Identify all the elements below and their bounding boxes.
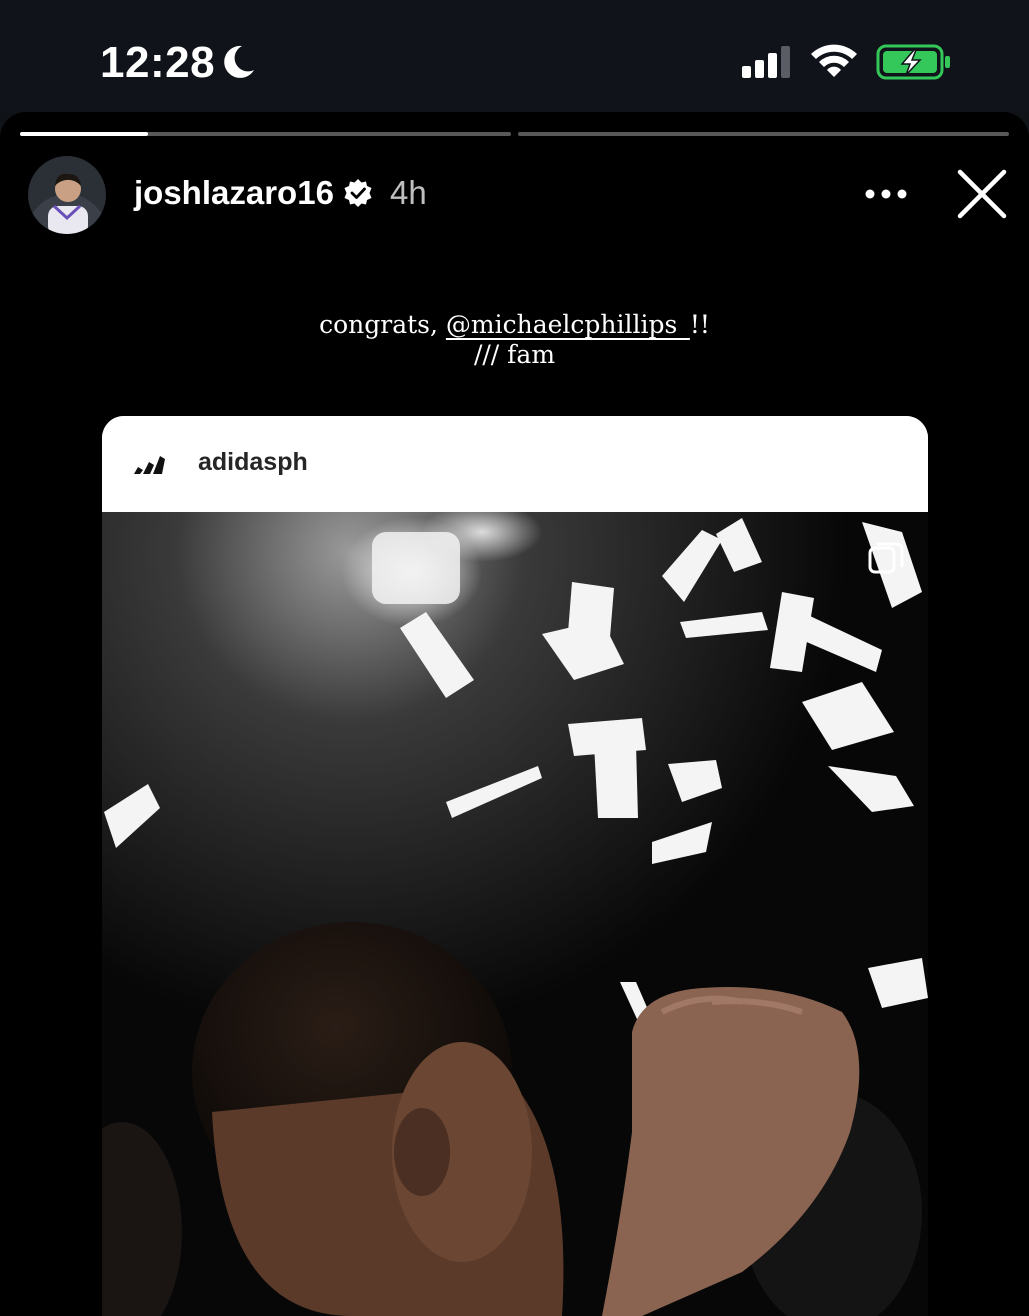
more-options-icon[interactable] [858, 174, 914, 214]
avatar[interactable] [28, 156, 106, 234]
moon-icon [224, 45, 254, 78]
carousel-icon [868, 542, 904, 574]
story-caption-line-2: /// fam [473, 340, 556, 369]
caption-exclaim: !! [689, 310, 710, 339]
story-caption-line-1: congrats, @michaelcphillips_!! [0, 310, 1029, 339]
story-progress-segment-2 [518, 132, 1009, 136]
celebration-confetti-photo [102, 512, 928, 1316]
status-time: 12:28 [100, 38, 216, 87]
caption-text: congrats, [319, 310, 446, 339]
wifi-icon [811, 44, 857, 77]
story-progress-segment-1 [20, 132, 511, 136]
story-viewer[interactable]: joshlazaro16 4h congrats, @michaelcphill… [0, 112, 1029, 1316]
cellular-signal-icon [742, 46, 790, 78]
story-username[interactable]: joshlazaro16 [134, 174, 334, 212]
battery-charging-icon [876, 44, 950, 80]
shared-post-card[interactable]: adidasph [102, 416, 928, 1316]
shared-post-header[interactable]: adidasph [102, 416, 928, 512]
status-bar: 12:28 [0, 0, 1029, 112]
verified-badge-icon [344, 179, 372, 207]
close-icon[interactable] [952, 164, 1012, 224]
phone-screen: 12:28 joshlazaro16 4h congrats, @michael… [0, 0, 1029, 1316]
adidas-logo-icon [134, 456, 165, 474]
caption-mention-link[interactable]: @michaelcphillips_ [446, 310, 690, 339]
shared-post-account[interactable]: adidasph [198, 448, 308, 477]
story-age: 4h [390, 174, 427, 211]
